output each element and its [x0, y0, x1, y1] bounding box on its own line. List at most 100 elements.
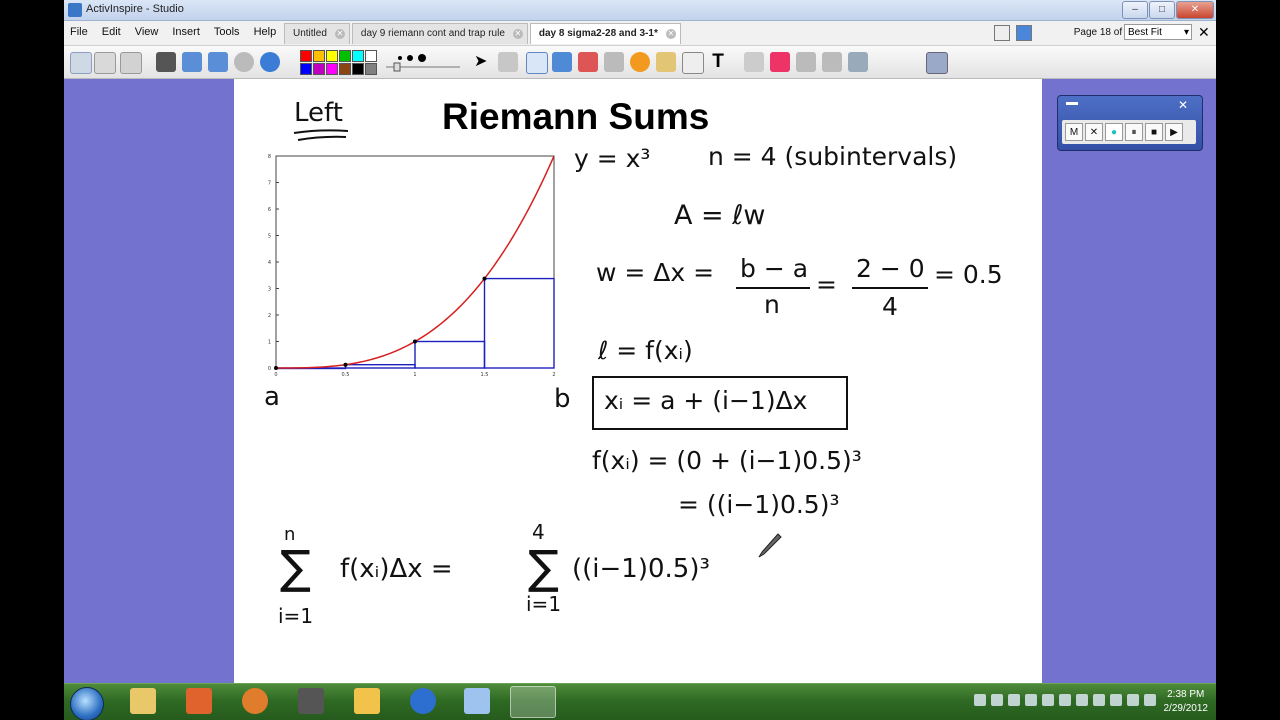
activinspire-taskbar-icon[interactable] [510, 686, 556, 718]
tray-icon[interactable] [1025, 694, 1037, 706]
recorder-grip-icon[interactable] [1066, 102, 1078, 105]
snowflake-icon[interactable] [1016, 25, 1032, 41]
color-swatch[interactable] [313, 50, 325, 62]
close-window-button[interactable]: ✕ [1176, 1, 1214, 19]
color-swatch[interactable] [365, 50, 377, 62]
color-swatch[interactable] [300, 50, 312, 62]
x-tick-label: 1.5 [481, 372, 489, 378]
tray-icon[interactable] [1110, 694, 1122, 706]
color-swatch[interactable] [326, 50, 338, 62]
document-tabs: Untitled ✕ day 9 riemann cont and trap ru… [284, 23, 683, 44]
tray-icon[interactable] [1042, 694, 1054, 706]
taskbar: 2:38 PM 2/29/2012 [64, 683, 1216, 720]
eraser-icon[interactable] [578, 52, 598, 72]
clock[interactable]: 2:38 PM 2/29/2012 [1164, 688, 1209, 716]
shape-icon[interactable] [630, 52, 650, 72]
dock-icon[interactable] [926, 52, 948, 74]
close-tab-icon[interactable]: ✕ [665, 29, 676, 39]
screen-icon[interactable] [120, 52, 142, 74]
explorer-icon[interactable] [130, 688, 156, 714]
reset-icon[interactable] [770, 52, 790, 72]
tools-icon[interactable] [498, 52, 518, 72]
tray-icon[interactable] [1076, 694, 1088, 706]
recorder-cancel-button[interactable]: ✕ [1085, 123, 1103, 141]
pen-width-icon [386, 54, 460, 72]
menu-edit[interactable]: Edit [102, 26, 121, 38]
redo-icon[interactable] [822, 52, 842, 72]
tray-icon[interactable] [1008, 694, 1020, 706]
media-player-icon[interactable] [186, 688, 212, 714]
n-subintervals: n = 4 (subintervals) [708, 142, 958, 171]
x-tick-label: 0.5 [342, 372, 350, 378]
tray-icon[interactable] [1144, 694, 1156, 706]
minimize-button[interactable]: – [1122, 1, 1148, 19]
graph-background [261, 149, 563, 379]
main-menu-icon[interactable] [70, 52, 92, 74]
pause-button[interactable]: ⏸ [1125, 123, 1143, 141]
y-tick-label: 0 [268, 366, 271, 372]
forward-arrow-icon[interactable] [208, 52, 228, 72]
pen-icon[interactable] [526, 52, 548, 74]
color-swatch[interactable] [339, 50, 351, 62]
menu-insert[interactable]: Insert [172, 26, 200, 38]
tray-icon[interactable] [1093, 694, 1105, 706]
zoom-select[interactable]: Best Fit [1124, 24, 1192, 41]
fill-icon[interactable] [604, 52, 624, 72]
length-formula: ℓ = f(xᵢ) [598, 336, 693, 365]
firefox-icon[interactable] [242, 688, 268, 714]
mail-icon[interactable] [354, 688, 380, 714]
page-icon[interactable] [682, 52, 704, 74]
close-doc-icon[interactable]: ✕ [1198, 25, 1212, 39]
browser-icon[interactable] [94, 52, 116, 74]
select-arrow-icon[interactable]: ➤ [474, 52, 494, 72]
play-icon[interactable] [234, 52, 254, 72]
color-swatch[interactable] [352, 50, 364, 62]
tab-day9[interactable]: day 9 riemann cont and trap rule ✕ [351, 23, 528, 44]
globe-icon[interactable] [260, 52, 280, 72]
width-eq: = [816, 270, 837, 299]
color-swatch[interactable] [326, 63, 338, 75]
color-swatch[interactable] [352, 63, 364, 75]
tab-untitled[interactable]: Untitled ✕ [284, 23, 350, 44]
color-swatch[interactable] [313, 63, 325, 75]
app2-icon[interactable] [464, 688, 490, 714]
pen-width-selector[interactable] [382, 52, 464, 72]
maximize-button[interactable]: □ [1149, 1, 1175, 19]
clock-time: 2:38 PM [1167, 689, 1205, 700]
tray-icon[interactable] [974, 694, 986, 706]
text-tool-icon[interactable]: T [708, 52, 728, 72]
menu-help[interactable]: Help [254, 26, 277, 38]
tab-day8[interactable]: day 8 sigma2-28 and 3-1* ✕ [529, 23, 681, 44]
play-button[interactable]: ▶ [1165, 123, 1183, 141]
menu-tools[interactable]: Tools [214, 26, 240, 38]
color-swatch[interactable] [339, 63, 351, 75]
start-button[interactable] [70, 687, 104, 720]
recorder-close-icon[interactable]: ✕ [1178, 98, 1188, 112]
back-arrow-icon[interactable] [182, 52, 202, 72]
stop-button[interactable]: ■ [1145, 123, 1163, 141]
highlighter-icon[interactable] [552, 52, 572, 72]
menu-view[interactable]: View [135, 26, 159, 38]
sum-right: ((i−1)0.5)³ [572, 554, 710, 584]
close-tab-icon[interactable]: ✕ [512, 29, 523, 39]
clear-icon[interactable] [744, 52, 764, 72]
close-tab-icon[interactable]: ✕ [334, 29, 345, 39]
color-swatch[interactable] [300, 63, 312, 75]
app-icon[interactable] [298, 688, 324, 714]
tray-icon[interactable] [1127, 694, 1139, 706]
recorder-mic-button[interactable]: M [1065, 123, 1083, 141]
magnify-icon[interactable] [848, 52, 868, 72]
x-tick-label: 0 [274, 372, 277, 378]
connector-icon[interactable] [656, 52, 676, 72]
page-browser-icon[interactable] [994, 25, 1010, 41]
camera-icon[interactable] [156, 52, 176, 72]
record-button[interactable]: ● [1105, 123, 1123, 141]
color-swatch[interactable] [365, 63, 377, 75]
tray-icon[interactable] [991, 694, 1003, 706]
tray-icon[interactable] [1059, 694, 1071, 706]
menu-bar: File Edit View Insert Tools Help Untitle… [64, 21, 1216, 46]
undo-icon[interactable] [796, 52, 816, 72]
menu-file[interactable]: File [70, 26, 88, 38]
sum-lower-i1b: i=1 [526, 592, 562, 616]
ie-icon[interactable] [410, 688, 436, 714]
